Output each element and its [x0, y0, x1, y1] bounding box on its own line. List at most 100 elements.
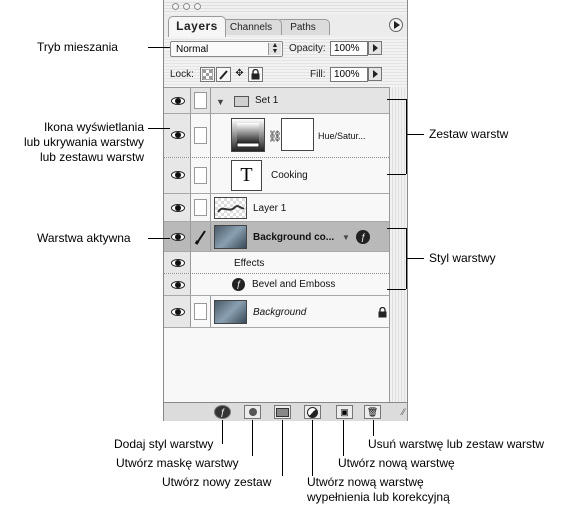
layer-row-layer1[interactable]: Layer 1	[164, 194, 391, 222]
opacity-slider-button[interactable]	[368, 41, 382, 55]
visibility-column	[164, 252, 191, 273]
minimize-window-button[interactable]	[183, 3, 190, 10]
add-mask-icon[interactable]	[244, 405, 261, 419]
visibility-column	[164, 114, 191, 157]
label-visibility: Ikona wyświetlania lub ukrywania warstwy…	[3, 120, 144, 165]
layer-row-background[interactable]: Background	[164, 296, 391, 328]
lock-position-icon[interactable]: ✥	[232, 67, 247, 82]
opacity-input[interactable]: 100%	[330, 41, 368, 56]
bracket-line	[387, 99, 406, 100]
link-toggle[interactable]	[194, 303, 207, 320]
opacity-label: Opacity:	[289, 43, 326, 54]
tab-layers[interactable]: Layers	[168, 16, 226, 37]
add-layer-style-icon[interactable]: ƒ	[214, 405, 231, 419]
label-add-style: Dodaj styl warstwy	[114, 437, 214, 451]
layer-name: Hue/Satur...	[318, 131, 366, 141]
label-visibility-line3: lub zestawu warstw	[39, 150, 144, 164]
layers-scrollbar[interactable]	[389, 87, 407, 402]
visibility-column	[164, 222, 191, 251]
new-set-icon[interactable]	[274, 405, 291, 419]
mask-link-icon[interactable]: ⛓	[268, 130, 282, 143]
palette-menu-icon[interactable]	[389, 18, 403, 32]
layer-name: Background co...	[253, 232, 335, 243]
leader-line	[148, 47, 170, 48]
lock-pixels-icon[interactable]	[216, 67, 231, 82]
background-thumbnail	[214, 300, 247, 324]
bracket-line	[387, 174, 406, 175]
eye-icon[interactable]	[171, 97, 185, 105]
eye-icon[interactable]	[171, 281, 185, 289]
visibility-column	[164, 274, 191, 295]
eye-icon[interactable]	[171, 204, 185, 212]
fill-slider-button[interactable]	[368, 67, 382, 81]
link-column	[191, 114, 211, 157]
resize-grip-icon[interactable]: ⁄⁄	[402, 407, 405, 417]
layer-row-active[interactable]: Background co... ▼ ƒ	[164, 222, 391, 252]
link-column	[191, 194, 211, 221]
new-layer-icon[interactable]: ▣	[336, 405, 353, 419]
layers-list: ▼ Set 1 ⛓ Hue/Satur... T Cooking Layer 1…	[164, 87, 391, 403]
visibility-column	[164, 158, 191, 193]
eye-icon[interactable]	[171, 131, 185, 139]
link-toggle[interactable]	[194, 127, 207, 144]
new-fill-adjustment-icon[interactable]	[304, 405, 321, 419]
label-layer-style: Styl warstwy	[429, 251, 496, 265]
effects-triangle-icon[interactable]: ▼	[342, 233, 350, 242]
label-delete: Usuń warstwę lub zestaw warstw	[368, 437, 545, 451]
label-active-layer: Warstwa aktywna	[37, 231, 131, 245]
blend-mode-select[interactable]: Normal ▲ ▼	[170, 41, 283, 57]
label-new-layer: Utwórz nową warstwę	[338, 456, 455, 470]
lock-all-icon[interactable]	[248, 67, 263, 82]
leader-line	[312, 420, 313, 476]
eye-icon[interactable]	[171, 233, 185, 241]
leader-line	[222, 420, 223, 444]
fill-input[interactable]: 100%	[330, 67, 368, 82]
window-titlebar	[164, 0, 407, 14]
effect-bevel-row[interactable]: ƒ Bevel and Emboss	[164, 274, 391, 296]
label-visibility-line2: lub ukrywania warstwy	[23, 135, 144, 149]
visibility-column	[164, 296, 191, 327]
eye-icon[interactable]	[171, 308, 185, 316]
bracket-line	[387, 228, 406, 229]
layer-row-text[interactable]: T Cooking	[164, 158, 391, 194]
link-toggle[interactable]	[194, 167, 207, 184]
layer-name: Background	[253, 307, 307, 318]
close-window-button[interactable]	[172, 3, 179, 10]
leader-line	[148, 238, 170, 239]
background-copy-thumbnail	[214, 225, 247, 249]
zoom-window-button[interactable]	[194, 3, 201, 10]
tab-paths[interactable]: Paths	[276, 19, 330, 35]
trash-icon[interactable]: 🗑	[364, 405, 381, 419]
layer-set-row[interactable]: ▼ Set 1	[164, 88, 391, 114]
effect-icon: ƒ	[232, 278, 245, 291]
link-column	[191, 158, 211, 193]
leader-line	[406, 258, 424, 259]
blend-mode-value: Normal	[176, 44, 209, 55]
adjustment-thumbnail	[231, 118, 265, 152]
mask-thumbnail	[281, 118, 314, 151]
eye-icon[interactable]	[171, 259, 185, 267]
layer1-thumbnail	[214, 197, 247, 219]
paintbrush-icon	[194, 230, 206, 245]
label-new-fill-line2: wypełnienia lub korekcyjną	[307, 490, 450, 504]
tab-channels[interactable]: Channels	[220, 19, 282, 35]
layer-name: Cooking	[271, 170, 308, 181]
layers-palette: Paths Channels Layers Normal ▲ ▼ Opacity:…	[163, 0, 408, 421]
layer-style-icon: ƒ	[356, 230, 370, 244]
layer-name: Layer 1	[253, 203, 287, 214]
link-column	[191, 296, 211, 327]
leader-line	[252, 420, 253, 456]
layer-row-adjustment[interactable]: ⛓ Hue/Satur...	[164, 114, 391, 158]
label-new-fill: Utwórz nową warstwę wypełnienia lub kore…	[307, 475, 450, 505]
eye-icon[interactable]	[171, 171, 185, 179]
label-new-set: Utwórz nowy zestaw	[162, 475, 272, 489]
leader-line	[373, 420, 374, 436]
effects-label: Effects	[234, 258, 265, 269]
effects-row[interactable]: Effects	[164, 252, 391, 274]
expand-triangle-icon[interactable]: ▼	[216, 97, 225, 107]
lock-transparency-icon[interactable]	[200, 67, 215, 82]
fill-label: Fill:	[310, 69, 326, 80]
link-column	[191, 222, 211, 251]
link-toggle[interactable]	[194, 92, 207, 109]
link-toggle[interactable]	[194, 199, 207, 216]
